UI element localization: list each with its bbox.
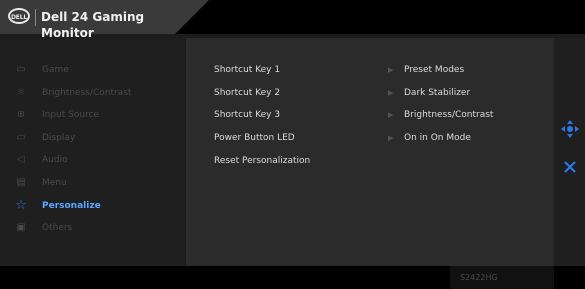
menu-item-label: Input Source <box>42 110 100 120</box>
menu-item-label: Display <box>42 133 76 143</box>
setting-value: On in On Mode <box>404 133 471 143</box>
chevron-right-icon: ▶ <box>388 111 394 119</box>
setting-shortcut-key-2[interactable]: Shortcut Key 2 <box>214 86 280 100</box>
title-divider <box>35 9 36 26</box>
brightness-icon: ☼ <box>16 87 26 98</box>
setting-shortcut-key-1[interactable]: Shortcut Key 1 <box>214 63 280 77</box>
input-source-icon: ⊕ <box>16 109 26 120</box>
menu-item-game[interactable]: ▭ Game <box>14 61 179 79</box>
others-icon: ▣ <box>16 222 26 233</box>
navigation-joystick-icon[interactable] <box>561 120 579 138</box>
title-bar: DELL Dell 24 Gaming Monitor <box>0 0 209 40</box>
chevron-right-icon: ▶ <box>388 89 394 97</box>
audio-icon: ◁ <box>17 154 25 165</box>
close-icon[interactable] <box>563 160 577 174</box>
menu-item-personalize[interactable]: ☆ Personalize <box>14 197 179 215</box>
setting-shortcut-key-3[interactable]: Shortcut Key 3 <box>214 108 280 122</box>
menu-item-label: Menu <box>42 178 67 188</box>
menu-icon: ▤ <box>16 177 26 188</box>
chevron-right-icon: ▶ <box>388 66 394 74</box>
menu-item-brightness-contrast[interactable]: ☼ Brightness/Contrast <box>14 84 179 102</box>
menu-item-label: Personalize <box>42 201 101 211</box>
menu-item-display[interactable]: ▭ Display <box>14 129 179 147</box>
setting-value: Preset Modes <box>404 65 465 75</box>
chevron-right-icon: ▶ <box>388 134 394 142</box>
display-icon: ▭ <box>16 132 26 143</box>
dell-logo: DELL <box>8 8 30 24</box>
monitor-osd: DELL Dell 24 Gaming Monitor ▭ Game ☼ Bri… <box>0 0 585 289</box>
setting-power-button-led[interactable]: Power Button LED <box>214 131 295 145</box>
menu-item-label: Others <box>42 223 73 233</box>
model-name: S2422HG <box>460 273 498 282</box>
menu-item-menu[interactable]: ▤ Menu <box>14 174 179 192</box>
menu-item-label: Game <box>42 65 69 75</box>
menu-item-others[interactable]: ▣ Others <box>14 219 179 237</box>
navigation-panel <box>554 38 585 266</box>
setting-value: Dark Stabilizer <box>404 88 471 98</box>
menu-item-label: Brightness/Contrast <box>42 88 132 98</box>
star-icon: ☆ <box>15 198 27 213</box>
osd-title: Dell 24 Gaming Monitor <box>41 10 145 40</box>
menu-item-audio[interactable]: ◁ Audio <box>14 151 179 169</box>
setting-reset-personalization[interactable]: Reset Personalization <box>214 154 310 168</box>
game-icon: ▭ <box>16 64 26 75</box>
menu-item-label: Audio <box>42 155 68 165</box>
setting-value: Brightness/Contrast <box>404 110 494 120</box>
menu-item-input-source[interactable]: ⊕ Input Source <box>14 106 179 124</box>
